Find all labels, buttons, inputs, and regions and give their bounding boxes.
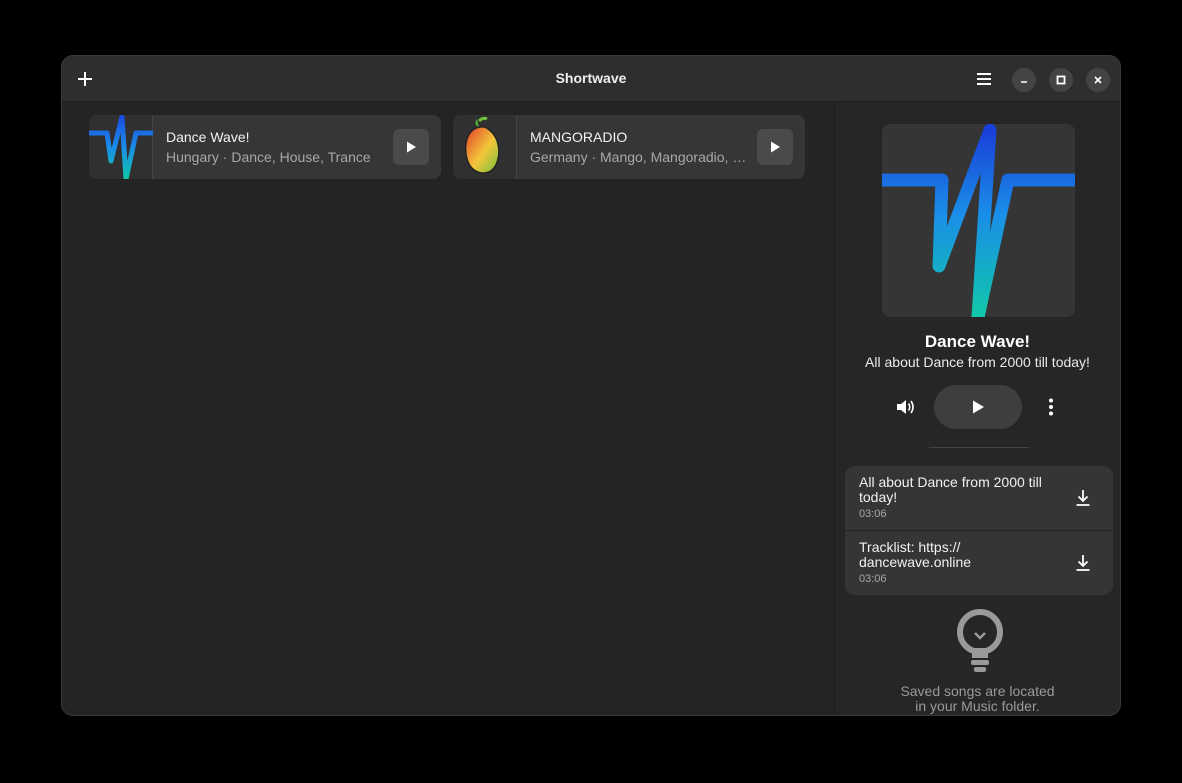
station-name: MANGORADIO: [530, 129, 628, 145]
play-button[interactable]: [393, 129, 429, 165]
main-menu-button[interactable]: [969, 64, 999, 94]
song-row[interactable]: Tracklist: https:// dancewave.online 03:…: [845, 530, 1113, 594]
save-song-button[interactable]: [1071, 551, 1095, 575]
lightbulb-icon: [955, 608, 1005, 679]
divider: [929, 447, 1029, 448]
close-icon: [1094, 76, 1102, 84]
station-subtitle: Hungary · Dance, House, Trance: [166, 149, 371, 165]
window-title: Shortwave: [555, 70, 627, 86]
save-song-button[interactable]: [1071, 486, 1095, 510]
hint-line: Saved songs are located: [900, 683, 1055, 699]
station-title: Dance Wave!: [924, 332, 1031, 351]
recorded-songs-list: All about Dance from 2000 till today! 03…: [845, 466, 1113, 595]
song-row[interactable]: All about Dance from 2000 till today! 03…: [845, 466, 1113, 530]
station-cover-art: [882, 124, 1075, 317]
more-options-button[interactable]: [1037, 393, 1065, 421]
play-icon: [407, 141, 416, 153]
download-icon: [1076, 490, 1090, 506]
song-title: Tracklist: https:// dancewave.online: [859, 539, 972, 570]
maximize-icon: [1056, 75, 1066, 85]
hint-line: in your Music folder.: [915, 698, 1040, 714]
saved-songs-hint: Saved songs are located in your Music fo…: [835, 684, 1120, 714]
minimize-button[interactable]: [1012, 68, 1036, 92]
volume-icon: [897, 400, 914, 414]
volume-button[interactable]: [891, 393, 919, 421]
download-icon: [1076, 555, 1090, 571]
station-logo-dance-wave: [89, 115, 153, 179]
play-icon: [771, 141, 780, 153]
station-subtitle: Germany · Mango, Mangoradio, Music: [530, 149, 748, 165]
vertical-dots-icon: [1049, 398, 1053, 416]
station-logo-mangoradio: [453, 115, 517, 179]
station-description: All about Dance from 2000 till today!: [865, 354, 1090, 370]
station-card[interactable]: MANGORADIO Germany · Mango, Mangoradio, …: [453, 115, 805, 179]
close-button[interactable]: [1086, 68, 1110, 92]
library-view: Dance Wave! Hungary · Dance, House, Tran…: [62, 103, 834, 715]
player-play-button[interactable]: [934, 385, 1022, 429]
play-button[interactable]: [757, 129, 793, 165]
station-card[interactable]: Dance Wave! Hungary · Dance, House, Tran…: [89, 115, 441, 179]
minimize-icon: [1021, 81, 1027, 83]
hamburger-menu-icon: [977, 73, 991, 85]
player-sidebar: Dance Wave! All about Dance from 2000 ti…: [834, 103, 1120, 715]
station-name: Dance Wave!: [166, 129, 250, 145]
song-title: All about Dance from 2000 till today!: [859, 474, 1042, 505]
play-icon: [973, 400, 984, 414]
maximize-button[interactable]: [1049, 68, 1073, 92]
header-bar: Shortwave: [62, 56, 1120, 102]
app-window: Shortwave Dance Wave! Hungary · Dance, H…: [61, 55, 1121, 716]
song-duration: 03:06: [859, 508, 887, 520]
song-duration: 03:06: [859, 573, 887, 585]
